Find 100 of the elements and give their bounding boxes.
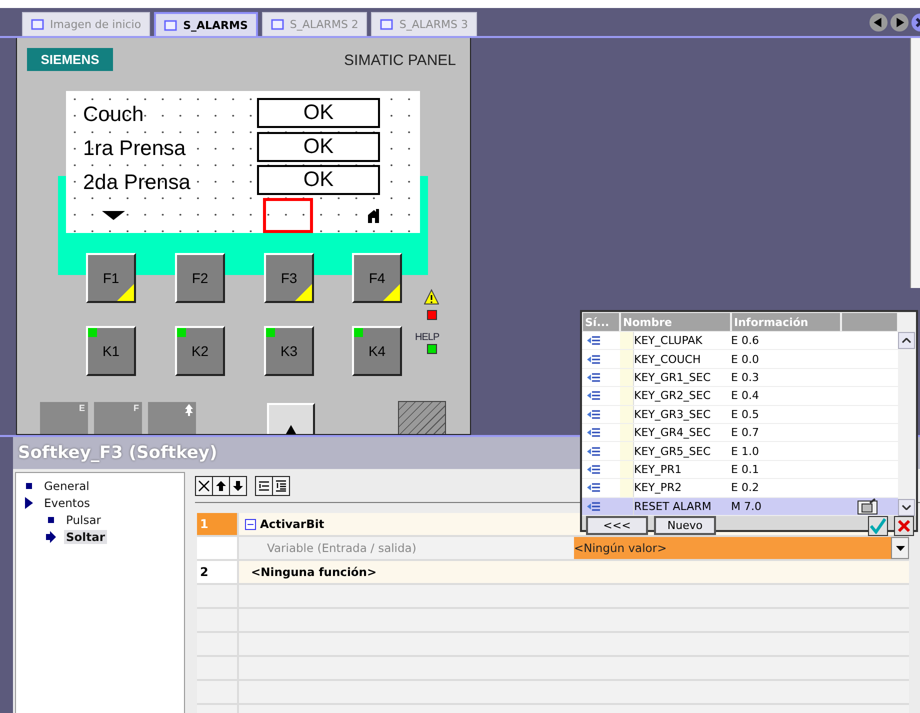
status-field: OK (257, 132, 380, 162)
tag-address: E 0.0 (731, 352, 760, 368)
tree-item[interactable]: General (42, 478, 92, 492)
tag-name: KEY_PR2 (634, 480, 683, 496)
display-label: Couch (83, 102, 144, 128)
screen-icon (270, 19, 284, 30)
tag-name: KEY_GR2_SEC (634, 388, 712, 404)
expand-triangle-icon[interactable] (24, 496, 34, 508)
parameter-name: Variable (Entrada / salida) (266, 541, 416, 555)
tag-address: E 0.5 (731, 406, 760, 423)
tree-item[interactable]: Eventos (42, 496, 92, 510)
screen-icon (31, 19, 44, 30)
tag-icon (587, 410, 600, 419)
tag-row[interactable]: KEY_CLUPAK E 0.6 (582, 332, 898, 350)
dropdown-button[interactable] (891, 537, 909, 559)
tab-label: Imagen de inicio (50, 18, 142, 31)
tag-row[interactable]: KEY_GR1_SEC E 0.3 (582, 368, 898, 388)
tag-address: E 1.0 (731, 444, 760, 460)
down-triangle-icon (102, 211, 125, 220)
next-icon[interactable] (890, 12, 909, 32)
key-button[interactable]: K2 (175, 326, 225, 376)
tag-icon (587, 446, 600, 456)
help-key[interactable] (398, 401, 446, 434)
tag-icon (587, 464, 600, 474)
shift-arrow-icon (185, 404, 193, 416)
move-up-button[interactable] (212, 476, 230, 496)
tag-row[interactable]: RESET ALARM M 7.0 (582, 498, 898, 516)
tag-icon (587, 372, 600, 382)
tag-row[interactable]: KEY_GR3_SEC E 0.5 (582, 406, 898, 424)
tag-name: KEY_CLUPAK (634, 333, 704, 350)
tag-address: E 0.3 (731, 370, 760, 386)
brand-logo: SIEMENS (27, 48, 113, 71)
tag-name: KEY_GR1_SEC (634, 370, 712, 386)
screen-icon (380, 19, 394, 30)
up-arrow-key[interactable] (267, 403, 315, 434)
arrow-icon (46, 530, 56, 542)
picker-button[interactable]: <<< (586, 516, 648, 536)
tag-address: E 0.6 (731, 333, 760, 350)
insert-icon (258, 480, 270, 492)
properties-icon[interactable] (857, 498, 879, 515)
tag-row[interactable]: KEY_PR1 E 0.1 (582, 460, 898, 480)
insert-button[interactable] (255, 476, 273, 496)
key-button[interactable]: K4 (352, 326, 402, 376)
checkmark-icon (870, 518, 886, 534)
scrollbar[interactable] (910, 38, 920, 288)
tag-name: KEY_GR3_SEC (634, 406, 712, 423)
warning-icon (424, 289, 439, 305)
move-down-button[interactable] (229, 476, 247, 496)
status-field: OK (257, 98, 380, 128)
confirm-button[interactable] (868, 516, 888, 536)
tag-icon (587, 483, 600, 492)
tag-icon (587, 391, 600, 400)
tab-label: S_ALARMS 3 (399, 18, 468, 31)
tag-icon (587, 502, 600, 511)
display-label: 1ra Prensa (83, 136, 186, 162)
function-key[interactable]: F1 (86, 253, 136, 303)
tag-row[interactable]: KEY_GR4_SEC E 0.7 (582, 424, 898, 442)
tag-address: M 7.0 (731, 498, 762, 515)
help-led (427, 344, 437, 354)
down-arrow-icon (232, 480, 244, 492)
screen-tab[interactable]: S_ALARMS (154, 12, 258, 36)
cross-icon (198, 480, 210, 492)
tab-label: S_ALARMS 2 (290, 18, 358, 31)
delete-button[interactable] (195, 476, 213, 496)
tree-item[interactable]: Soltar (64, 530, 108, 544)
value-dropdown[interactable]: <Ningún valor> (574, 537, 909, 559)
cross-icon (897, 518, 911, 533)
tag-row[interactable]: KEY_GR2_SEC E 0.4 (582, 387, 898, 406)
tag-address: E 0.2 (731, 480, 760, 496)
list-button[interactable] (272, 476, 290, 496)
scrollbar[interactable] (898, 312, 916, 516)
display-label: 2da Prensa (83, 170, 190, 196)
row-number[interactable]: 2 (197, 561, 239, 583)
tag-address: E 0.4 (731, 388, 760, 404)
panel-title: SIMATIC PANEL (344, 52, 456, 69)
tag-row[interactable]: KEY_COUCH E 0.0 (582, 350, 898, 369)
function-name: <Ninguna función> (250, 565, 377, 579)
tab-label: S_ALARMS (183, 18, 248, 32)
tag-row[interactable]: KEY_GR5_SEC E 1.0 (582, 442, 898, 461)
status-field: OK (257, 165, 380, 195)
scroll-up-button[interactable] (898, 332, 915, 349)
key-button[interactable]: K3 (264, 326, 314, 376)
tag-name: KEY_GR5_SEC (634, 444, 712, 460)
function-key[interactable]: F3 (264, 253, 314, 303)
cancel-button[interactable] (894, 516, 914, 536)
numeric-key[interactable] (148, 402, 196, 434)
scroll-down-button[interactable] (898, 498, 915, 516)
key-button[interactable]: K1 (86, 326, 136, 376)
tag-name: RESET ALARM (634, 498, 712, 515)
screen-icon (164, 20, 178, 30)
help-label: HELP (415, 332, 440, 343)
collapse-icon[interactable] (245, 518, 256, 530)
function-key[interactable]: F4 (352, 253, 402, 303)
tree-item[interactable]: Pulsar (64, 512, 103, 526)
previous-icon[interactable] (869, 12, 888, 32)
picker-button[interactable]: Nuevo (654, 516, 716, 536)
alarm-led (427, 310, 437, 320)
caret-icon (896, 546, 904, 550)
function-key[interactable]: F2 (175, 253, 225, 303)
chevron-up-icon (902, 338, 911, 343)
